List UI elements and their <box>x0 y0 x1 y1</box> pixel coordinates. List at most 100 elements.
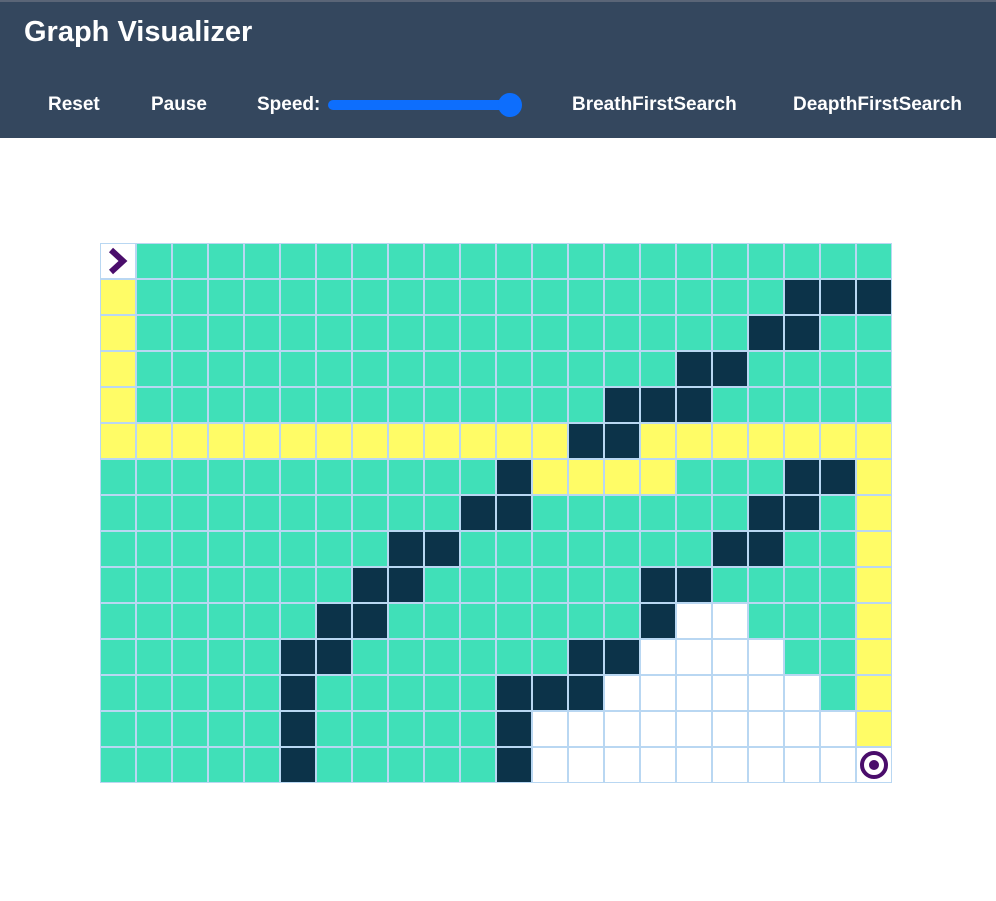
grid-cell-unvisited[interactable] <box>784 711 820 747</box>
grid-cell-visited[interactable] <box>352 459 388 495</box>
grid-cell-visited[interactable] <box>604 279 640 315</box>
grid-cell-visited[interactable] <box>244 567 280 603</box>
grid-cell-wall[interactable] <box>784 495 820 531</box>
grid-cell-unvisited[interactable] <box>820 711 856 747</box>
grid-cell-visited[interactable] <box>784 567 820 603</box>
grid-cell-visited[interactable] <box>388 243 424 279</box>
grid-cell-visited[interactable] <box>136 747 172 783</box>
grid-cell-visited[interactable] <box>100 639 136 675</box>
grid-cell-visited[interactable] <box>460 675 496 711</box>
grid-cell-unvisited[interactable] <box>568 747 604 783</box>
grid-cell-visited[interactable] <box>172 351 208 387</box>
grid-cell-visited[interactable] <box>496 351 532 387</box>
grid-cell-visited[interactable] <box>244 315 280 351</box>
grid-cell-visited[interactable] <box>460 711 496 747</box>
grid-cell-unvisited[interactable] <box>640 711 676 747</box>
grid-cell-visited[interactable] <box>820 387 856 423</box>
grid-cell-visited[interactable] <box>712 495 748 531</box>
grid-cell-visited[interactable] <box>172 387 208 423</box>
grid-cell-visited[interactable] <box>820 567 856 603</box>
reset-button[interactable]: Reset <box>48 94 100 116</box>
grid-cell-unvisited[interactable] <box>712 711 748 747</box>
grid-cell-visited[interactable] <box>532 243 568 279</box>
grid-cell-visited[interactable] <box>208 675 244 711</box>
grid-cell-visited[interactable] <box>424 315 460 351</box>
grid-cell-visited[interactable] <box>424 495 460 531</box>
grid-cell-visited[interactable] <box>316 747 352 783</box>
grid-cell-visited[interactable] <box>640 531 676 567</box>
grid-cell-visited[interactable] <box>604 243 640 279</box>
grid-cell-visited[interactable] <box>748 567 784 603</box>
grid-cell-visited[interactable] <box>676 459 712 495</box>
grid-cell-path[interactable] <box>352 423 388 459</box>
grid-cell-unvisited[interactable] <box>748 747 784 783</box>
grid-cell-visited[interactable] <box>316 567 352 603</box>
grid-cell-visited[interactable] <box>640 243 676 279</box>
grid-cell-path[interactable] <box>856 711 892 747</box>
grid-cell-visited[interactable] <box>496 531 532 567</box>
grid-cell-visited[interactable] <box>100 567 136 603</box>
grid-cell-wall[interactable] <box>568 639 604 675</box>
grid-cell-wall[interactable] <box>640 567 676 603</box>
grid-cell-visited[interactable] <box>388 603 424 639</box>
grid-cell-unvisited[interactable] <box>676 603 712 639</box>
grid-cell-visited[interactable] <box>100 459 136 495</box>
grid-cell-visited[interactable] <box>712 459 748 495</box>
grid-cell-visited[interactable] <box>820 531 856 567</box>
grid-cell-unvisited[interactable] <box>676 639 712 675</box>
grid-cell-visited[interactable] <box>352 351 388 387</box>
grid-cell-visited[interactable] <box>424 603 460 639</box>
grid-cell-path[interactable] <box>100 423 136 459</box>
grid-cell-visited[interactable] <box>388 351 424 387</box>
grid-cell-visited[interactable] <box>532 495 568 531</box>
grid-cell-visited[interactable] <box>748 351 784 387</box>
grid-cell-visited[interactable] <box>172 639 208 675</box>
grid-cell-visited[interactable] <box>280 243 316 279</box>
grid-cell-visited[interactable] <box>424 567 460 603</box>
grid-cell-visited[interactable] <box>280 279 316 315</box>
grid-cell-visited[interactable] <box>820 315 856 351</box>
grid-cell-path[interactable] <box>100 387 136 423</box>
grid-cell-wall[interactable] <box>604 639 640 675</box>
grid-cell-visited[interactable] <box>352 243 388 279</box>
grid-cell-visited[interactable] <box>568 567 604 603</box>
grid-cell-visited[interactable] <box>136 351 172 387</box>
speed-slider[interactable] <box>328 100 510 110</box>
grid-cell-visited[interactable] <box>280 351 316 387</box>
grid-cell-path[interactable] <box>100 351 136 387</box>
grid-cell-visited[interactable] <box>244 711 280 747</box>
grid-cell-visited[interactable] <box>352 675 388 711</box>
grid-cell-visited[interactable] <box>424 675 460 711</box>
grid-cell-visited[interactable] <box>388 639 424 675</box>
grid-cell-unvisited[interactable] <box>640 747 676 783</box>
grid-cell-visited[interactable] <box>100 495 136 531</box>
grid-cell-wall[interactable] <box>820 279 856 315</box>
grid-cell-unvisited[interactable] <box>784 675 820 711</box>
grid-cell-path[interactable] <box>856 423 892 459</box>
grid-cell-visited[interactable] <box>604 495 640 531</box>
grid-cell-visited[interactable] <box>460 567 496 603</box>
grid-cell-visited[interactable] <box>352 531 388 567</box>
grid-cell-path[interactable] <box>100 279 136 315</box>
grid-cell-visited[interactable] <box>244 387 280 423</box>
grid-cell-visited[interactable] <box>460 747 496 783</box>
grid-cell-visited[interactable] <box>100 675 136 711</box>
grid-cell-visited[interactable] <box>244 351 280 387</box>
grid-cell-visited[interactable] <box>532 279 568 315</box>
grid-cell-path[interactable] <box>640 459 676 495</box>
grid-cell-visited[interactable] <box>100 603 136 639</box>
grid-cell-visited[interactable] <box>496 387 532 423</box>
grid-cell-unvisited[interactable] <box>676 747 712 783</box>
grid-cell-visited[interactable] <box>316 279 352 315</box>
grid-cell-visited[interactable] <box>316 459 352 495</box>
grid-cell-visited[interactable] <box>352 279 388 315</box>
grid-cell-visited[interactable] <box>208 495 244 531</box>
dfs-button[interactable]: DeapthFirstSearch <box>793 94 962 116</box>
grid-cell-visited[interactable] <box>532 639 568 675</box>
grid-cell-visited[interactable] <box>568 603 604 639</box>
grid-cell-path[interactable] <box>820 423 856 459</box>
grid-cell-visited[interactable] <box>136 387 172 423</box>
grid-cell-visited[interactable] <box>856 351 892 387</box>
grid-cell-visited[interactable] <box>388 747 424 783</box>
grid-cell-path[interactable] <box>856 531 892 567</box>
